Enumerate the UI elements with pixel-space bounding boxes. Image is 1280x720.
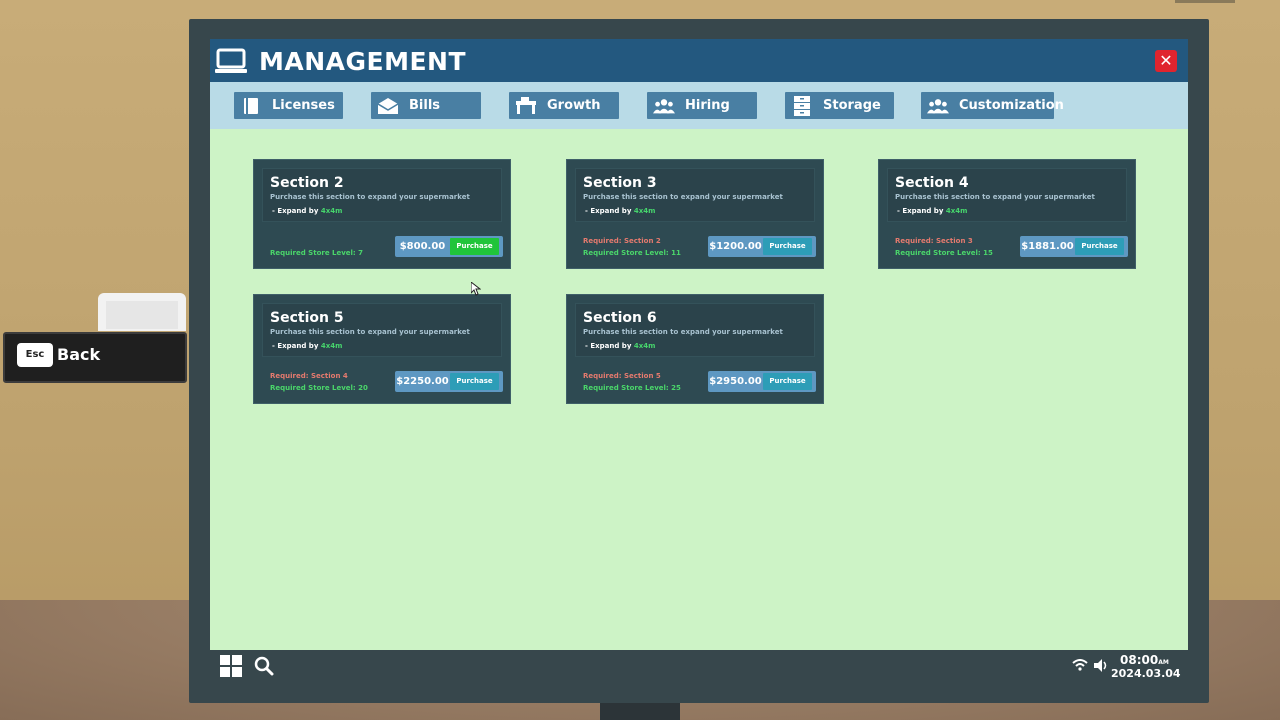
section-title: Section 2 bbox=[270, 175, 344, 191]
section-card-2: Section 2 Purchase this section to expan… bbox=[253, 159, 511, 269]
expand-info: - Expand by 4x4m bbox=[272, 342, 342, 350]
speaker-icon bbox=[1094, 659, 1107, 672]
time-ampm: AM bbox=[1158, 659, 1169, 666]
required-level: Required Store Level: 20 bbox=[270, 384, 368, 392]
required-section: Required: Section 5 bbox=[583, 372, 661, 380]
expand-value: 4x4m bbox=[320, 342, 343, 350]
required-level: Required Store Level: 11 bbox=[583, 249, 681, 257]
purchase-button[interactable]: Purchase bbox=[763, 238, 812, 255]
title-bar: MANAGEMENT ✕ bbox=[210, 39, 1188, 82]
price: $1881.00 bbox=[1021, 241, 1074, 252]
section-title: Section 3 bbox=[583, 175, 657, 191]
expand-prefix: - Expand by bbox=[272, 342, 321, 350]
back-label: Back bbox=[57, 345, 101, 364]
window-title: MANAGEMENT bbox=[259, 47, 467, 76]
clock-time: 08:00AM bbox=[1120, 653, 1169, 667]
section-card-3: Section 3 Purchase this section to expan… bbox=[566, 159, 824, 269]
section-description: Purchase this section to expand your sup… bbox=[270, 328, 470, 336]
tab-label: Hiring bbox=[685, 98, 730, 113]
clock-date: 2024.03.04 bbox=[1111, 667, 1181, 680]
monitor-stand bbox=[600, 700, 680, 720]
back-hint[interactable]: Esc Back bbox=[3, 332, 187, 383]
envelope-icon bbox=[377, 96, 399, 116]
required-section: Required: Section 4 bbox=[270, 372, 348, 380]
esc-key: Esc bbox=[17, 343, 53, 367]
tab-licenses[interactable]: Licenses bbox=[234, 92, 343, 119]
tab-label: Licenses bbox=[272, 98, 335, 113]
section-title: Section 5 bbox=[270, 310, 344, 326]
required-level: Required Store Level: 7 bbox=[270, 249, 364, 257]
required-level: Required Store Level: 25 bbox=[583, 384, 681, 392]
section-description: Purchase this section to expand your sup… bbox=[583, 328, 783, 336]
price: $1200.00 bbox=[709, 241, 762, 252]
expand-prefix: - Expand by bbox=[585, 207, 634, 215]
tab-label: Growth bbox=[547, 98, 601, 113]
tab-customization[interactable]: Customization bbox=[921, 92, 1064, 119]
section-card-4: Section 4 Purchase this section to expan… bbox=[878, 159, 1136, 269]
purchase-button[interactable]: Purchase bbox=[763, 373, 812, 390]
price-box: $2250.00 Purchase bbox=[395, 371, 503, 392]
price-box: $2950.00 Purchase bbox=[708, 371, 816, 392]
tab-label: Storage bbox=[823, 98, 881, 113]
tab-hiring[interactable]: Hiring bbox=[647, 92, 757, 119]
desk-icon bbox=[515, 96, 537, 116]
section-description: Purchase this section to expand your sup… bbox=[583, 193, 783, 201]
section-description: Purchase this section to expand your sup… bbox=[895, 193, 1095, 201]
expand-prefix: - Expand by bbox=[272, 207, 321, 215]
tab-bills[interactable]: Bills bbox=[371, 92, 481, 119]
book-icon bbox=[240, 96, 262, 116]
section-card-5: Section 5 Purchase this section to expan… bbox=[253, 294, 511, 404]
section-title: Section 6 bbox=[583, 310, 657, 326]
wifi-icon bbox=[1072, 659, 1088, 671]
price: $2250.00 bbox=[396, 376, 449, 387]
taskbar: 08:00AM 2024.03.04 bbox=[210, 650, 1188, 680]
tab-bar: Licenses Bills Growth Hiring Storage Cus… bbox=[210, 82, 1188, 129]
search-icon[interactable] bbox=[254, 656, 274, 676]
expand-prefix: - Expand by bbox=[897, 207, 946, 215]
price-box: $1200.00 Purchase bbox=[708, 236, 816, 257]
wall-edge bbox=[1175, 0, 1235, 3]
expand-info: - Expand by 4x4m bbox=[897, 207, 967, 215]
price: $800.00 bbox=[399, 241, 446, 252]
tab-label: Bills bbox=[409, 98, 441, 113]
purchase-button[interactable]: Purchase bbox=[450, 238, 499, 255]
time-value: 08:00 bbox=[1120, 653, 1159, 667]
required-level: Required Store Level: 15 bbox=[895, 249, 993, 257]
mouse-cursor-icon bbox=[471, 282, 481, 296]
management-window: MANAGEMENT ✕ Licenses Bills Growth Hirin… bbox=[210, 39, 1188, 680]
required-section: Required: Section 2 bbox=[583, 237, 661, 245]
expand-value: 4x4m bbox=[633, 207, 656, 215]
section-description: Purchase this section to expand your sup… bbox=[270, 193, 470, 201]
section-card-6: Section 6 Purchase this section to expan… bbox=[566, 294, 824, 404]
start-grid-icon[interactable] bbox=[220, 655, 242, 677]
section-title: Section 4 bbox=[895, 175, 969, 191]
tab-storage[interactable]: Storage bbox=[785, 92, 894, 119]
tab-label: Customization bbox=[959, 98, 1064, 113]
tab-growth[interactable]: Growth bbox=[509, 92, 619, 119]
expand-info: - Expand by 4x4m bbox=[585, 207, 655, 215]
people-icon bbox=[653, 96, 675, 116]
cabinet-icon bbox=[791, 95, 813, 116]
expand-info: - Expand by 4x4m bbox=[272, 207, 342, 215]
expand-value: 4x4m bbox=[633, 342, 656, 350]
expand-prefix: - Expand by bbox=[585, 342, 634, 350]
expand-value: 4x4m bbox=[945, 207, 968, 215]
price-box: $800.00 Purchase bbox=[395, 236, 503, 257]
close-button[interactable]: ✕ bbox=[1155, 50, 1177, 72]
purchase-button[interactable]: Purchase bbox=[450, 373, 499, 390]
expand-info: - Expand by 4x4m bbox=[585, 342, 655, 350]
required-section: Required: Section 3 bbox=[895, 237, 973, 245]
people-icon bbox=[927, 96, 949, 116]
price-box: $1881.00 Purchase bbox=[1020, 236, 1128, 257]
price: $2950.00 bbox=[709, 376, 762, 387]
paper-note bbox=[98, 293, 186, 331]
expand-value: 4x4m bbox=[320, 207, 343, 215]
computer-icon bbox=[215, 48, 247, 73]
purchase-button[interactable]: Purchase bbox=[1075, 238, 1124, 255]
